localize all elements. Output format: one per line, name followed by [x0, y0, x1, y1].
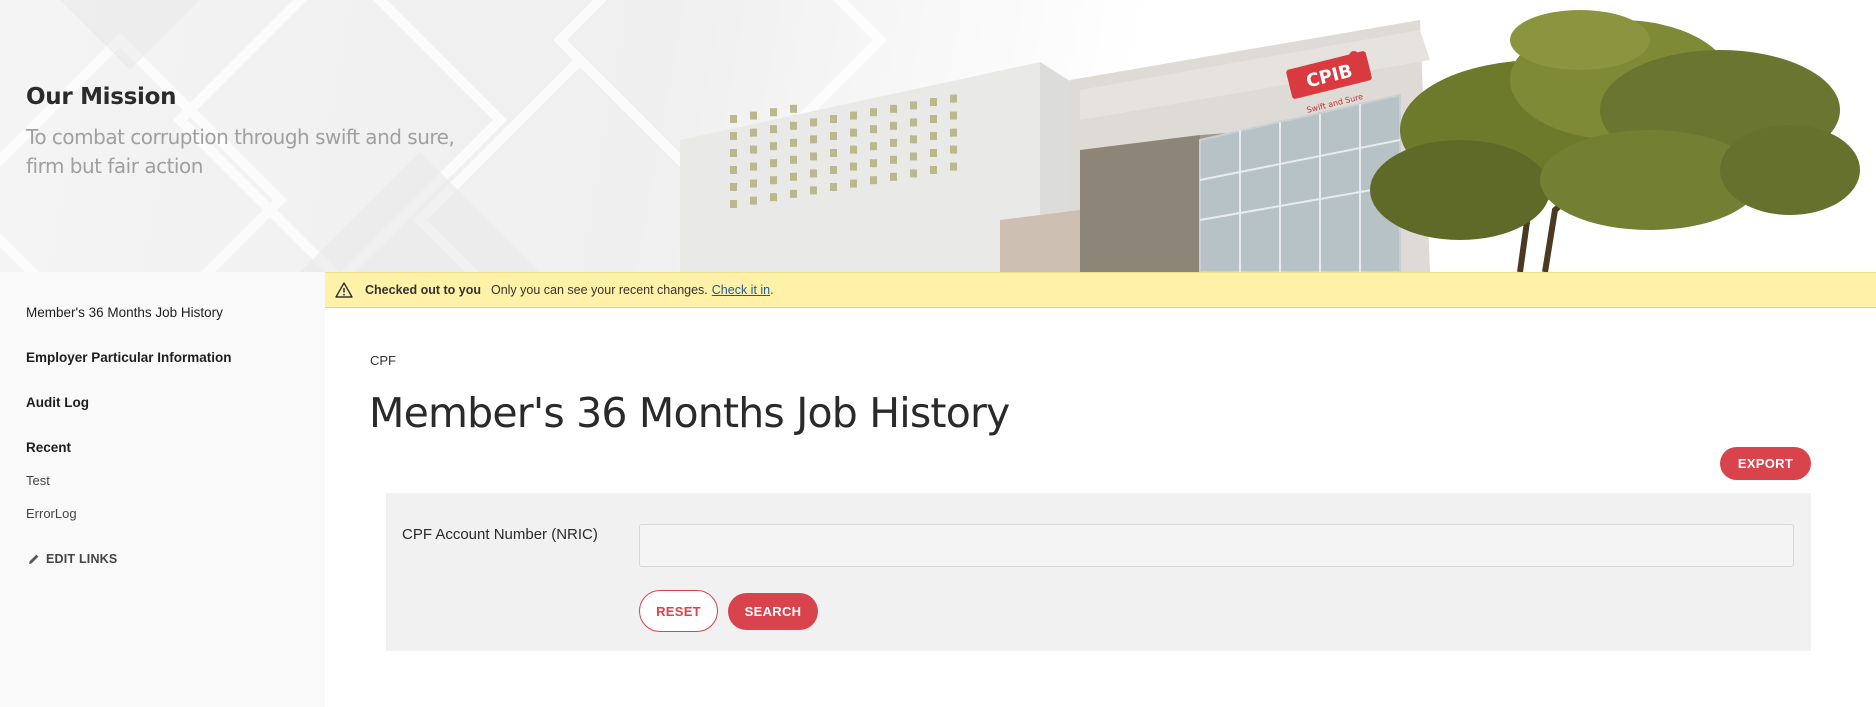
facade-window	[830, 166, 837, 174]
facade-window	[890, 172, 897, 181]
facade-window	[890, 121, 897, 130]
facade-window	[930, 115, 937, 123]
notice-message: Only you can see your recent changes.	[490, 283, 708, 297]
reset-button[interactable]: RESET	[639, 590, 718, 632]
facade-window	[790, 172, 797, 181]
facade-window	[910, 101, 917, 110]
facade-window	[730, 166, 737, 174]
recent-heading: Recent	[26, 440, 72, 455]
facade-window	[850, 162, 857, 171]
mission-block: Our Mission To combat corruption through…	[26, 84, 466, 181]
mission-line-1: To combat corruption through swift and s…	[26, 125, 455, 149]
facade-window	[850, 145, 857, 154]
facade-window	[910, 118, 917, 127]
facade-window	[930, 132, 937, 140]
facade-window	[910, 169, 917, 178]
breadcrumb[interactable]: CPF	[370, 353, 396, 368]
facade-window	[950, 111, 957, 120]
facade-window	[770, 142, 777, 151]
facade-window	[870, 125, 877, 134]
facade-window	[730, 183, 737, 191]
check-in-link[interactable]: Check it in	[712, 283, 770, 297]
facade-window	[870, 108, 877, 117]
mission-statement: To combat corruption through swift and s…	[26, 123, 466, 181]
checkout-notice: Checked out to you Only you can see your…	[325, 272, 1876, 308]
facade-window	[830, 132, 837, 140]
export-button[interactable]: EXPORT	[1720, 447, 1811, 480]
facade-window	[750, 162, 757, 171]
cpf-account-input[interactable]	[639, 524, 1794, 567]
facade-window	[730, 200, 737, 208]
facade-window	[950, 94, 957, 103]
facade-window	[910, 152, 917, 161]
search-panel	[386, 493, 1811, 651]
facade-window	[910, 135, 917, 144]
facade-window	[730, 132, 737, 140]
facade-window	[950, 145, 957, 154]
mission-line-2: firm but fair action	[26, 154, 203, 178]
facade-window	[790, 121, 797, 130]
notice-suffix: .	[770, 283, 774, 297]
facade-window	[770, 108, 777, 117]
facade-window	[810, 152, 817, 161]
facade-window	[810, 135, 817, 144]
facade-window	[810, 169, 817, 178]
facade-window	[750, 128, 757, 137]
facade-window	[810, 186, 817, 195]
facade-window	[750, 145, 757, 154]
facade-window	[770, 176, 777, 185]
facade-window	[870, 176, 877, 185]
facade-window	[770, 193, 777, 202]
facade-window	[790, 138, 797, 147]
facade-window	[870, 159, 877, 168]
facade-window	[890, 155, 897, 164]
facade-window	[850, 111, 857, 120]
facade-window	[770, 125, 777, 134]
sidebar-item-job-history[interactable]: Member's 36 Months Job History	[26, 305, 223, 320]
facade-window	[810, 118, 817, 127]
facade-window	[770, 159, 777, 168]
facade-window	[750, 196, 757, 205]
facade-window	[850, 179, 857, 188]
facade-window	[830, 183, 837, 191]
sidebar-item-employer-info[interactable]: Employer Particular Information	[26, 350, 232, 365]
edit-links-button[interactable]: EDIT LINKS	[28, 552, 117, 566]
hero-banner: Our Mission To combat corruption through…	[0, 0, 1876, 272]
sidebar-item-audit-log[interactable]: Audit Log	[26, 395, 89, 410]
facade-window	[790, 189, 797, 198]
facade-window	[890, 138, 897, 147]
facade-window	[930, 149, 937, 157]
tree	[1370, 10, 1860, 272]
recent-item-errorlog[interactable]: ErrorLog	[26, 506, 77, 521]
facade-window	[930, 166, 937, 174]
warning-icon	[335, 282, 353, 298]
recent-item-test[interactable]: Test	[26, 473, 50, 488]
facade-window	[790, 155, 797, 164]
facade-window	[730, 115, 737, 123]
search-button[interactable]: SEARCH	[728, 593, 818, 630]
facade-window	[870, 142, 877, 151]
facade-window	[890, 104, 897, 113]
cpf-account-label: CPF Account Number (NRIC)	[402, 526, 598, 543]
facade-window	[750, 179, 757, 188]
facade-window	[790, 104, 797, 113]
facade-window	[750, 111, 757, 120]
facade-window	[950, 162, 957, 171]
pencil-icon	[29, 554, 39, 564]
mission-title: Our Mission	[26, 84, 177, 110]
notice-title: Checked out to you	[365, 283, 481, 297]
facade-window	[950, 128, 957, 137]
facade-window	[850, 128, 857, 137]
facade-window	[930, 98, 937, 106]
building-photo: // placeholder: windows drawn by script …	[680, 10, 1860, 272]
facade-window	[830, 115, 837, 123]
facade-window	[730, 149, 737, 157]
facade-window	[830, 149, 837, 157]
edit-links-label: EDIT LINKS	[46, 552, 118, 566]
sidebar: Member's 36 Months Job History Employer …	[0, 272, 325, 707]
page-title: Member's 36 Months Job History	[369, 389, 1010, 437]
